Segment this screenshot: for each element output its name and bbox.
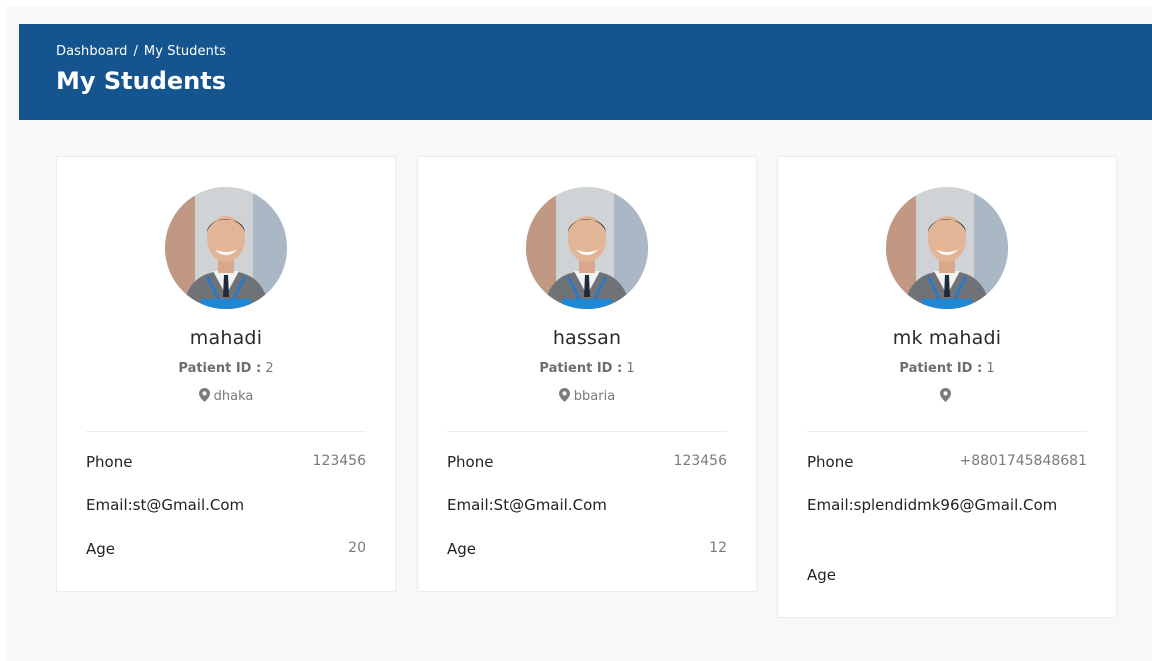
map-pin-icon xyxy=(558,388,570,402)
email-row: Email:St@Gmail.Com xyxy=(447,496,727,514)
avatar xyxy=(165,187,287,309)
phone-label: Phone xyxy=(807,453,854,471)
page-header: Dashboard / My Students My Students xyxy=(19,24,1152,120)
map-pin-icon xyxy=(198,388,210,402)
email-text: Email:St@Gmail.Com xyxy=(447,496,607,514)
breadcrumb: Dashboard / My Students xyxy=(56,43,1152,61)
avatar xyxy=(526,187,648,309)
phone-row: Phone 123456 xyxy=(447,453,727,471)
age-label: Age xyxy=(86,540,116,558)
phone-row: Phone +8801745848681 xyxy=(807,453,1087,471)
email-row: Email:st@Gmail.Com xyxy=(86,496,366,514)
patient-id-label: Patient ID : xyxy=(539,361,623,376)
location-text: dhaka xyxy=(213,389,254,404)
page-title: My Students xyxy=(56,67,227,95)
student-name: mahadi xyxy=(189,327,263,349)
student-card: mahadi Patient ID : 2 dhaka Phone 123456… xyxy=(56,156,396,592)
phone-value: 123456 xyxy=(673,453,727,469)
breadcrumb-separator: / xyxy=(133,44,138,59)
age-row: Age 12 xyxy=(447,540,727,558)
age-label: Age xyxy=(447,540,477,558)
phone-label: Phone xyxy=(447,453,494,471)
student-location xyxy=(778,388,1116,404)
phone-label: Phone xyxy=(86,453,133,471)
patient-id-label: Patient ID : xyxy=(899,361,983,376)
student-location: dhaka xyxy=(57,388,395,404)
patient-id-value: 1 xyxy=(986,361,995,376)
divider xyxy=(447,431,727,432)
phone-value: +8801745848681 xyxy=(959,453,1087,469)
age-row: Age xyxy=(807,566,1087,584)
location-text: bbaria xyxy=(573,389,616,404)
student-name: hassan xyxy=(552,327,622,349)
patient-id-value: 2 xyxy=(265,361,274,376)
breadcrumb-current: My Students xyxy=(143,44,227,59)
patient-id-value: 1 xyxy=(626,361,635,376)
divider xyxy=(86,431,366,432)
student-name: mk mahadi xyxy=(892,327,1002,349)
avatar xyxy=(886,187,1008,309)
student-location: bbaria xyxy=(418,388,756,404)
age-value: 12 xyxy=(709,540,727,556)
phone-row: Phone 123456 xyxy=(86,453,366,471)
email-text: Email:st@Gmail.Com xyxy=(86,496,245,514)
patient-id: Patient ID : 1 xyxy=(418,361,756,376)
phone-value: 123456 xyxy=(312,453,366,469)
age-value: 20 xyxy=(348,540,366,556)
avatar-photo xyxy=(165,187,287,309)
patient-id: Patient ID : 1 xyxy=(778,361,1116,376)
age-row: Age 20 xyxy=(86,540,366,558)
breadcrumb-dashboard-link[interactable]: Dashboard xyxy=(56,44,127,59)
student-card: hassan Patient ID : 1 bbaria Phone 12345… xyxy=(417,156,757,592)
age-label: Age xyxy=(807,566,837,584)
avatar-photo xyxy=(886,187,1008,309)
email-text: Email:splendidmk96@Gmail.Com xyxy=(807,496,1058,514)
patient-id-label: Patient ID : xyxy=(178,361,262,376)
avatar-photo xyxy=(526,187,648,309)
map-pin-icon xyxy=(939,388,951,402)
patient-id: Patient ID : 2 xyxy=(57,361,395,376)
email-row: Email:splendidmk96@Gmail.Com xyxy=(807,492,1087,518)
divider xyxy=(807,431,1087,432)
student-card: mk mahadi Patient ID : 1 Phone +88017458… xyxy=(777,156,1117,618)
